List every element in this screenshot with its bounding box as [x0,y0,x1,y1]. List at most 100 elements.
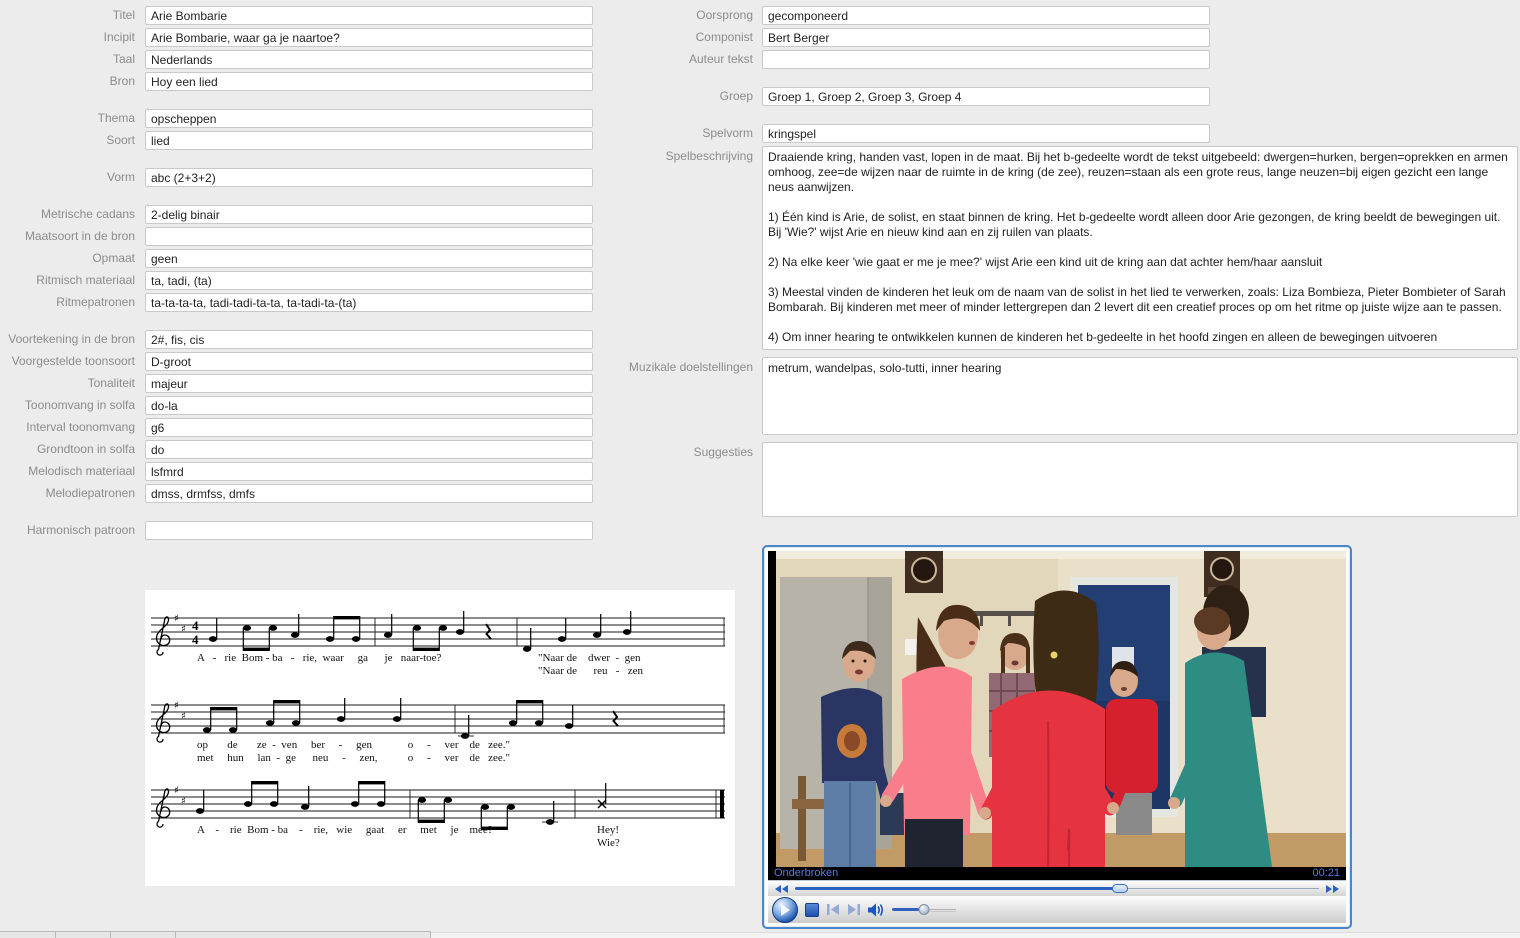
lyrics-line: A - rie Bom - ba - rie, waar ga je naar-… [197,652,441,664]
grondtoon-input[interactable] [145,440,593,459]
play-icon [780,904,790,916]
spelbeschrijving-textarea[interactable]: Draaiende kring, handen vast, lopen in d… [762,146,1518,350]
player-status-text: Onderbroken [774,867,838,880]
svg-text:4: 4 [192,618,199,633]
field-label: Componist [613,28,762,47]
field-label: Metrische cadans [0,205,145,224]
right-form-column: Oorsprong Componist Auteur tekst Groep S… [613,6,1519,520]
voorgestelde-toonsoort-input[interactable] [145,352,593,371]
left-form-column: Titel Incipit Taal Bron Thema Soort Vorm… [0,6,600,543]
svg-text:♯: ♯ [174,614,179,625]
muzikale-doelstellingen-textarea[interactable]: metrum, wandelpas, solo-tutti, inner hea… [762,357,1518,435]
titel-input[interactable] [145,6,593,25]
voortekening-input[interactable] [145,330,593,349]
field-label: Maatsoort in de bron [0,227,145,246]
seek-thumb[interactable] [1112,884,1128,893]
toonomvang-solfa-input[interactable] [145,396,593,415]
fast-forward-button[interactable] [1326,885,1339,893]
field-row-spelbeschrijving: SpelbeschrijvingDraaiende kring, handen … [613,146,1519,350]
field-row-interval-toonomvang: Interval toonomvang [0,418,600,437]
melodisch-materiaal-input[interactable] [145,462,593,481]
previous-button[interactable] [826,904,840,915]
field-row-maatsoort: Maatsoort in de bron [0,227,600,246]
field-label: Vorm [0,168,145,187]
cutoff-element-fragment [0,931,431,938]
stop-button[interactable] [805,903,819,917]
field-label: Spelbeschrijving [613,146,762,164]
thema-input[interactable] [145,109,593,128]
auteur-tekst-input[interactable] [762,50,1210,69]
field-row-soort: Soort [0,131,600,150]
rewind-button[interactable] [775,885,788,893]
svg-text:♯: ♯ [181,711,186,722]
rewind-icon [775,885,788,893]
play-button[interactable] [772,897,798,923]
field-row-voortekening: Voortekening in de bron [0,330,600,349]
field-label: Oorsprong [613,6,762,25]
opmaat-input[interactable] [145,249,593,268]
svg-text:♯: ♯ [174,786,179,797]
field-row-tonaliteit: Tonaliteit [0,374,600,393]
sheet-music-notation: ♯ ♯ 4 4 ♯ ♯ ♯ ♯ [145,590,735,886]
harmonisch-patroon-input[interactable] [145,521,593,540]
svg-text:♯: ♯ [181,796,186,807]
maatsoort-input[interactable] [145,227,593,246]
field-label: Muzikale doelstellingen [613,357,762,375]
field-label: Spelvorm [613,124,762,143]
suggesties-textarea[interactable] [762,442,1518,517]
interval-toonomvang-input[interactable] [145,418,593,437]
vorm-input[interactable] [145,168,593,187]
fast-forward-icon [1326,885,1339,893]
volume-thumb[interactable] [919,904,930,915]
volume-icon [868,903,885,917]
seek-slider[interactable] [795,884,1319,893]
field-row-vorm: Vorm [0,168,600,187]
field-row-thema: Thema [0,109,600,128]
field-row-taal: Taal [0,50,600,69]
field-row-melodiepatronen: Melodiepatronen [0,484,600,503]
field-row-titel: Titel [0,6,600,25]
next-icon [847,904,861,915]
tonaliteit-input[interactable] [145,374,593,393]
componist-input[interactable] [762,28,1210,47]
field-row-ritmisch-materiaal: Ritmisch materiaal [0,271,600,290]
melodiepatronen-input[interactable] [145,484,593,503]
field-label: Tonaliteit [0,374,145,393]
sheet-music: ♯ ♯ 4 4 ♯ ♯ ♯ ♯ [145,590,735,886]
oorsprong-input[interactable] [762,6,1210,25]
video-frame[interactable] [768,551,1346,867]
ritmisch-materiaal-input[interactable] [145,271,593,290]
spelvorm-input[interactable] [762,124,1210,143]
player-controls [768,896,1346,923]
field-row-componist: Componist [613,28,1519,47]
volume-slider[interactable] [892,904,956,915]
groep-input[interactable] [762,87,1210,106]
metrische-cadans-input[interactable] [145,205,593,224]
next-button[interactable] [847,904,861,915]
lyrics-line: "Naar de reu - zen [538,665,643,677]
field-label: Grondtoon in solfa [0,440,145,459]
seek-progress [795,887,1120,890]
bron-input[interactable] [145,72,593,91]
incipit-input[interactable] [145,28,593,47]
svg-text:♯: ♯ [181,624,186,635]
field-row-grondtoon: Grondtoon in solfa [0,440,600,459]
ritmepatronen-input[interactable] [145,293,593,312]
field-row-metrische-cadans: Metrische cadans [0,205,600,224]
soort-input[interactable] [145,131,593,150]
field-row-opmaat: Opmaat [0,249,600,268]
player-time: 00:21 [1312,867,1340,880]
previous-icon [826,904,840,915]
field-label: Ritmepatronen [0,293,145,312]
field-label: Incipit [0,28,145,47]
field-row-harmonisch-patroon: Harmonisch patroon [0,521,600,540]
field-row-groep: Groep [613,87,1519,106]
lyrics-line: "Naar de dwer - gen [538,652,641,664]
field-row-oorsprong: Oorsprong [613,6,1519,25]
field-row-toonomvang-solfa: Toonomvang in solfa [0,396,600,415]
field-row-auteur-tekst: Auteur tekst [613,50,1519,69]
taal-input[interactable] [145,50,593,69]
svg-text:4: 4 [192,632,199,647]
field-label: Ritmisch materiaal [0,271,145,290]
volume-button[interactable] [868,903,885,917]
